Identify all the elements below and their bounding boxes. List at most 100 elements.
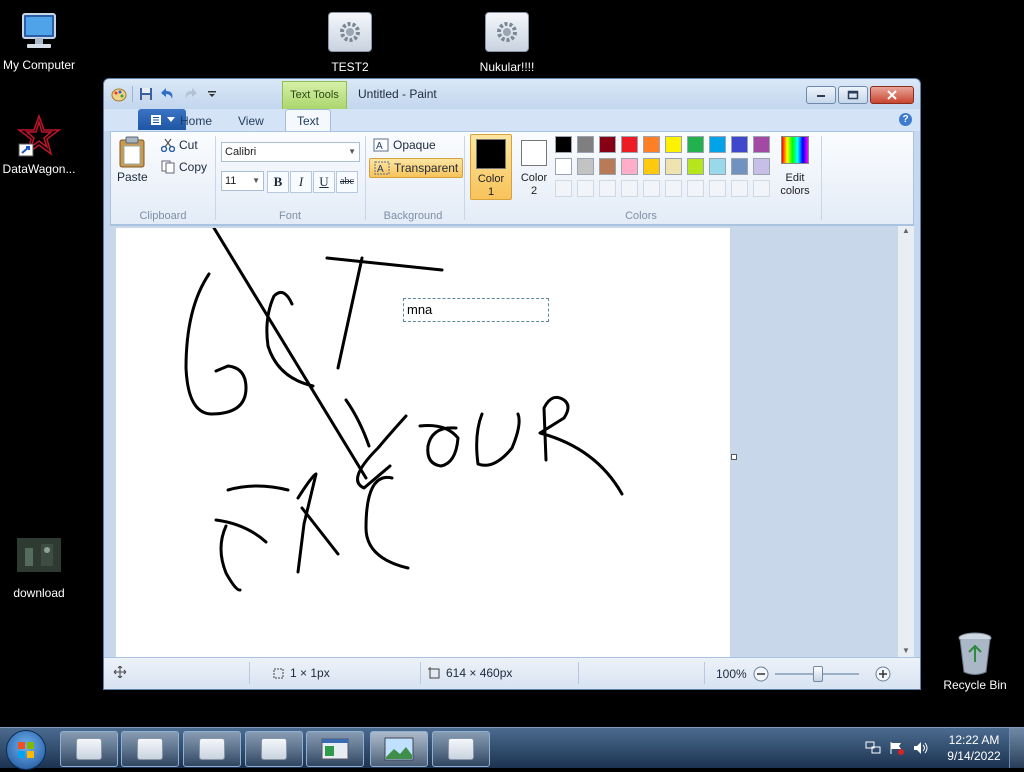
palette-swatch[interactable] — [687, 180, 704, 197]
palette-swatch[interactable] — [709, 180, 726, 197]
palette-swatch[interactable] — [753, 136, 770, 153]
taskbar-button-app7[interactable] — [432, 731, 490, 767]
bold-button[interactable]: B — [267, 171, 289, 193]
taskbar-button-app4[interactable] — [245, 731, 303, 767]
close-button[interactable] — [870, 86, 914, 104]
palette-swatch[interactable] — [643, 180, 660, 197]
scroll-up-icon[interactable]: ▲ — [898, 226, 914, 238]
palette-swatch[interactable] — [599, 180, 616, 197]
desktop-icon-download[interactable]: download — [0, 538, 84, 600]
maximize-button[interactable] — [838, 86, 868, 104]
save-icon[interactable] — [137, 85, 155, 103]
redo-icon[interactable] — [181, 85, 199, 103]
taskbar-button-app5[interactable] — [306, 731, 364, 767]
zoom-slider[interactable] — [774, 666, 859, 682]
palette-swatch[interactable] — [731, 158, 748, 175]
desktop-icon-nukular[interactable]: Nukular!!!! — [462, 12, 552, 74]
text-box-content[interactable]: mna — [407, 302, 432, 317]
taskbar: 12:22 AM 9/14/2022 — [0, 727, 1024, 770]
palette-swatch[interactable] — [577, 180, 594, 197]
volume-icon[interactable] — [913, 741, 929, 755]
strikethrough-button[interactable]: abc — [336, 171, 358, 193]
ribbon: Paste Cut Copy Clipboard Calibri ▼ 11 ▼ — [110, 131, 914, 225]
palette-swatch[interactable] — [555, 136, 572, 153]
customize-toolbar-icon[interactable] — [203, 85, 221, 103]
drawing-canvas[interactable]: mna — [116, 228, 730, 657]
taskbar-button-app1[interactable] — [60, 731, 118, 767]
svg-text:A: A — [376, 141, 383, 152]
palette-swatch[interactable] — [621, 180, 638, 197]
paste-button[interactable]: Paste — [117, 136, 148, 184]
color2-button[interactable]: Color 2 — [514, 134, 554, 198]
minimize-button[interactable] — [806, 86, 836, 104]
taskbar-button-paint[interactable] — [370, 731, 428, 767]
ribbon-tabs: Home View Text ? — [104, 109, 920, 132]
palette-swatch[interactable] — [643, 136, 660, 153]
tab-text[interactable]: Text — [285, 109, 331, 132]
image-thumbnail-icon — [17, 538, 61, 582]
palette-swatch[interactable] — [665, 158, 682, 175]
tab-view[interactable]: View — [232, 111, 270, 131]
text-box[interactable]: mna — [403, 298, 549, 322]
tab-home[interactable]: Home — [174, 111, 218, 131]
transparent-button[interactable]: A Transparent — [369, 158, 464, 178]
color2-number: 2 — [530, 185, 538, 197]
desktop-icon-recycle-bin[interactable]: Recycle Bin — [930, 630, 1020, 692]
canvas-resize-handle[interactable] — [731, 454, 737, 460]
palette-swatch[interactable] — [555, 158, 572, 175]
title-bar[interactable]: Text Tools Untitled - Paint — [104, 79, 920, 110]
selection-icon — [273, 668, 284, 679]
palette-swatch[interactable] — [599, 136, 616, 153]
undo-icon[interactable] — [159, 85, 177, 103]
font-size-select[interactable]: 11 ▼ — [221, 171, 264, 191]
paint-window: Text Tools Untitled - Paint Home View Te… — [103, 78, 921, 690]
desktop-icon-datawagon[interactable]: DataWagon... — [0, 113, 84, 176]
palette-swatch[interactable] — [599, 158, 616, 175]
font-family-select[interactable]: Calibri ▼ — [221, 142, 360, 162]
opaque-button[interactable]: A Opaque — [373, 138, 436, 152]
selection-size-value: 1 × 1px — [290, 666, 330, 680]
palette-swatch[interactable] — [731, 180, 748, 197]
cut-button[interactable]: Cut — [161, 138, 198, 152]
desktop-icon-my-computer[interactable]: My Computer — [0, 10, 84, 72]
show-desktop-button[interactable] — [1009, 728, 1024, 768]
start-button[interactable] — [6, 730, 46, 770]
desktop-icon-label: Recycle Bin — [943, 678, 1007, 692]
help-icon[interactable]: ? — [899, 113, 912, 126]
desktop-icon-test2[interactable]: TEST2 — [305, 12, 395, 74]
palette-swatch[interactable] — [665, 180, 682, 197]
palette-swatch[interactable] — [643, 158, 660, 175]
network-icon[interactable] — [865, 741, 881, 755]
edit-colors-button[interactable]: Edit colors — [775, 136, 815, 198]
taskbar-button-app3[interactable] — [183, 731, 241, 767]
group-separator — [365, 136, 366, 220]
underline-button[interactable]: U — [313, 171, 335, 193]
canvas-size-value: 614 × 460px — [446, 666, 513, 680]
action-center-flag-icon[interactable] — [889, 741, 905, 755]
scroll-down-icon[interactable]: ▼ — [898, 646, 914, 655]
copy-button[interactable]: Copy — [161, 160, 207, 174]
zoom-in-icon[interactable] — [875, 666, 891, 682]
zoom-out-icon[interactable] — [753, 666, 769, 682]
palette-swatch[interactable] — [687, 158, 704, 175]
palette-swatch[interactable] — [555, 180, 572, 197]
color1-label: Color — [477, 173, 505, 185]
palette-swatch[interactable] — [709, 158, 726, 175]
vertical-scrollbar[interactable]: ▲ ▼ — [897, 226, 914, 657]
clock[interactable]: 12:22 AM 9/14/2022 — [939, 732, 1009, 764]
palette-swatch[interactable] — [753, 158, 770, 175]
palette-swatch[interactable] — [709, 136, 726, 153]
color1-button[interactable]: Color 1 — [470, 134, 512, 200]
palette-swatch[interactable] — [621, 136, 638, 153]
palette-swatch[interactable] — [621, 158, 638, 175]
palette-swatch[interactable] — [687, 136, 704, 153]
palette-swatch[interactable] — [665, 136, 682, 153]
palette-swatch[interactable] — [577, 158, 594, 175]
italic-button[interactable]: I — [290, 171, 312, 193]
zoom-slider-thumb[interactable] — [812, 666, 823, 682]
taskbar-button-app2[interactable] — [121, 731, 179, 767]
palette-swatch[interactable] — [753, 180, 770, 197]
palette-swatch[interactable] — [731, 136, 748, 153]
canvas-area: mna ▲ ▼ — [110, 225, 914, 657]
palette-swatch[interactable] — [577, 136, 594, 153]
